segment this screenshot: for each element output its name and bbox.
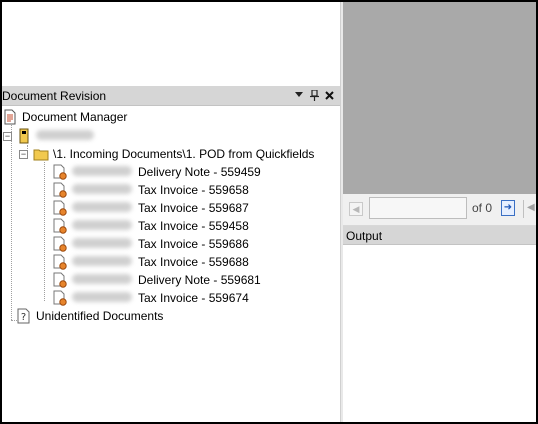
document-icon — [52, 164, 68, 180]
document-icon — [52, 182, 68, 198]
document-label: Delivery Note - 559459 — [138, 165, 261, 179]
tree-unidentified-documents[interactable]: ? Unidentified Documents — [16, 307, 163, 325]
folder-path-label: \1. Incoming Documents\1. POD from Quick… — [53, 147, 315, 161]
document-label: Tax Invoice - 559674 — [138, 291, 249, 305]
tree-document-item[interactable]: Tax Invoice - 559458 — [52, 217, 249, 235]
document-prefix-redacted — [72, 291, 132, 305]
document-prefix-redacted — [72, 255, 132, 269]
next-page-button[interactable]: ➜ — [501, 200, 515, 216]
document-label: Tax Invoice - 559658 — [138, 183, 249, 197]
tree-document-item[interactable]: Tax Invoice - 559658 — [52, 181, 249, 199]
cabinet-icon — [16, 128, 32, 144]
pin-icon[interactable] — [309, 88, 319, 102]
document-prefix-redacted — [72, 219, 132, 233]
tree-cabinet[interactable] — [16, 127, 94, 145]
tree-folder-pod-from-quickfields[interactable]: \1. Incoming Documents\1. POD from Quick… — [33, 145, 314, 163]
folder-icon — [33, 146, 49, 162]
previous-page-button[interactable]: ◀ — [349, 202, 363, 216]
document-label: Tax Invoice - 559686 — [138, 237, 249, 251]
pane-header: Document Revision — [2, 86, 340, 106]
page-navigation-bar: ◀ of 0 ➜ ◀ — [343, 194, 536, 226]
tree-root-document-manager[interactable]: Document Manager — [2, 108, 127, 126]
document-icon — [52, 236, 68, 252]
tree-document-item[interactable]: Delivery Note - 559681 — [52, 271, 261, 289]
tree-root-label: Document Manager — [22, 110, 128, 124]
tree-document-item[interactable]: Tax Invoice - 559687 — [52, 199, 249, 217]
document-prefix-redacted — [72, 201, 132, 215]
document-icon — [52, 254, 68, 270]
collapse-toggle[interactable]: − — [19, 150, 28, 159]
unknown-document-icon: ? — [16, 308, 32, 324]
page-number-input[interactable] — [369, 197, 467, 219]
svg-text:?: ? — [21, 312, 26, 323]
document-preview-area — [343, 2, 536, 194]
document-prefix-redacted — [72, 237, 132, 251]
cabinet-name-redacted — [36, 129, 94, 143]
close-icon[interactable] — [324, 88, 334, 102]
document-label: Tax Invoice - 559687 — [138, 201, 249, 215]
tree-guide — [44, 162, 45, 301]
tree-document-item[interactable]: Tax Invoice - 559674 — [52, 289, 249, 307]
document-icon — [52, 272, 68, 288]
document-label: Tax Invoice - 559458 — [138, 219, 249, 233]
pane-buttons — [294, 88, 334, 102]
document-label: Delivery Note - 559681 — [138, 273, 261, 287]
document-prefix-redacted — [72, 165, 132, 179]
document-prefix-redacted — [72, 273, 132, 287]
tree-guide — [11, 125, 12, 320]
document-manager-icon — [2, 109, 18, 125]
document-icon — [52, 218, 68, 234]
tree-document-item[interactable]: Delivery Note - 559459 — [52, 163, 261, 181]
collapse-toggle[interactable]: − — [3, 132, 12, 141]
tree-document-item[interactable]: Tax Invoice - 559686 — [52, 235, 249, 253]
output-pane-title: Output — [346, 229, 383, 243]
document-icon — [52, 290, 68, 306]
dropdown-icon[interactable] — [294, 88, 304, 102]
toolbar-separator — [523, 200, 524, 218]
page-count-label: of 0 — [472, 201, 493, 215]
back-arrow-icon[interactable]: ◀ — [527, 200, 536, 216]
output-pane-body — [343, 245, 536, 422]
document-prefix-redacted — [72, 183, 132, 197]
pane-title: Document Revision — [2, 89, 107, 103]
document-label: Tax Invoice - 559688 — [138, 255, 249, 269]
document-tree: Document Manager − − \1. Incoming Docume… — [2, 107, 340, 422]
output-pane-header: Output — [343, 226, 536, 245]
document-icon — [52, 200, 68, 216]
unidentified-label: Unidentified Documents — [36, 309, 164, 323]
left-blank-area — [2, 2, 340, 86]
document-revision-pane: Document Revision Document Manager − − \… — [2, 86, 340, 422]
tree-document-item[interactable]: Tax Invoice - 559688 — [52, 253, 249, 271]
